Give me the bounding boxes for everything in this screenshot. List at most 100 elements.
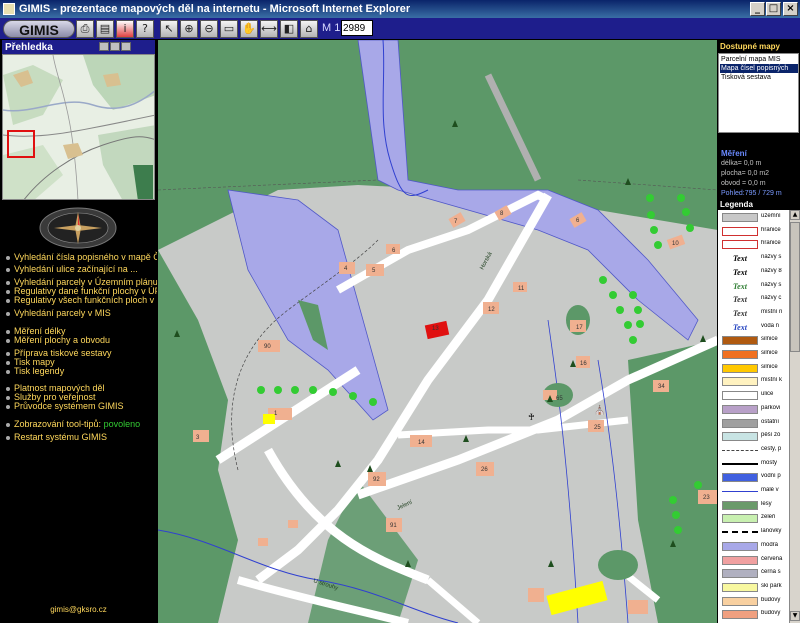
measure-length-icon[interactable]: ⟷ [260,20,278,38]
house-number: 10 [672,241,679,247]
legend-item: ostatní [718,416,788,430]
legend-label: názvy c [761,295,782,302]
minimize-button[interactable]: _ [750,2,765,16]
info-icon[interactable]: i [116,20,134,38]
legend-scrollbar[interactable]: ▲ ▼ [789,210,800,623]
house-number: 25 [594,425,601,431]
left-panel: Přehledka Vyhledání čísla popisného v ma… [0,40,169,623]
measure-perimeter: obvod = 0,0 m [721,180,766,187]
legend-item: hranice [718,224,788,238]
legend-item: budovy [718,607,788,621]
legend-swatch [722,531,758,534]
legend-label: vodní p [761,473,781,480]
legend-swatch [722,569,758,579]
overview-hide-icon[interactable] [121,42,131,51]
legend-swatch [722,350,758,359]
menu-print-legend[interactable]: Tisk legendy [6,366,64,376]
main-map[interactable]: 7 8 6 10 6 4 5 11 12 13 17 90 16 65 34 1… [157,40,717,623]
pointer-icon[interactable]: ↖ [160,20,178,38]
legend-label: ski park [761,582,782,589]
legend-label: ostatní [761,418,780,425]
menu-search-street[interactable]: Vyhledání ulice začínající na ... [6,264,138,274]
legend-label: modrá [761,541,779,548]
menu-tooltips-toggle[interactable]: Zobrazování tool-tipů: povoleno [6,419,140,429]
view-extent: Pohled:795 / 729 m [721,190,782,197]
legend-swatch [722,363,758,373]
legend-item: lesy [718,498,788,512]
legend-swatch [722,462,758,465]
overview-zoom-icon[interactable] [110,42,120,51]
legend-item: silnice [718,347,788,361]
zoom-in-icon[interactable]: ⊕ [180,20,198,38]
measure-area: plocha= 0,0 m2 [721,170,770,177]
legend-item: pěší zó [718,429,788,443]
legend-swatch [722,514,758,524]
chapel-icon: ♰ [528,412,535,422]
house-number: 92 [373,477,380,483]
menu-search-house-number[interactable]: Vyhledání čísla popisného v mapě ČP [6,252,166,262]
legend-item: silnice [718,361,788,375]
house-number: 12 [488,307,495,313]
legend-swatch [722,610,758,620]
full-extent-icon[interactable]: ⌂ [300,20,318,38]
print-icon[interactable]: ⎙ [76,20,94,38]
scroll-up-icon[interactable]: ▲ [790,210,800,220]
legend-item: vodní p [718,470,788,484]
contact-email[interactable]: gimis@gksro.cz [0,605,157,614]
house-number: 34 [658,384,665,390]
zoom-out-icon[interactable]: ⊖ [200,20,218,38]
scroll-down-icon[interactable]: ▼ [790,611,800,621]
legend-item: Text názvy c [718,292,788,306]
overview-title: Přehledka [5,42,53,53]
legend-label: černá s [761,569,781,576]
legend-swatch [722,418,758,428]
legend-item: černá s [718,566,788,580]
legend-label: cesty, p [761,445,782,452]
legend-swatch: Text [733,295,747,305]
legend-label: místní n [761,308,783,315]
window-title: GIMIS - prezentace mapových děl na inter… [19,3,411,15]
legend-label: zeleň [761,514,776,521]
overview-refresh-icon[interactable] [99,42,109,51]
legend-item: Text místní n [718,306,788,320]
legend-swatch [722,596,758,606]
legend-item: malé v [718,484,788,498]
menu-regulations-all[interactable]: Regulativy všech funkčních ploch v ÚP [6,295,169,305]
legend-item: Text názvy 8 [718,265,788,279]
legend-swatch [722,377,758,387]
legend-item: silnice [718,333,788,347]
help-icon[interactable]: ? [136,20,154,38]
measure-area-icon[interactable]: ◧ [280,20,298,38]
legend-swatch [722,432,758,442]
legend-swatch [722,226,758,236]
pan-hand-icon[interactable]: ✋ [240,20,258,38]
scroll-thumb[interactable] [790,222,800,352]
menu-search-parcel-mis[interactable]: Vyhledání parcely v MIS [6,308,111,318]
legend-item: zeleň [718,511,788,525]
measurement-title: Měření [721,149,747,158]
map-list-item[interactable]: Tisková sestava [720,73,798,82]
close-button[interactable]: × [783,2,798,16]
legend-item: Text voda n [718,320,788,334]
legend-swatch: Text [733,308,747,318]
legend-label: názvy 8 [761,267,782,274]
house-number: 90 [264,344,271,350]
overview-header: Přehledka [2,40,155,54]
legend-swatch: Text [733,322,747,332]
map-list-item-selected[interactable]: Mapa čísel popisných [720,64,798,73]
map-list-item[interactable]: Parcelní mapa MIS [720,55,798,64]
legend-swatch: Text [733,254,747,264]
legend-item: parkovi [718,402,788,416]
legend-swatch [722,491,758,492]
available-maps-list[interactable]: Parcelní mapa MIS Mapa čísel popisných T… [718,53,799,133]
overview-map[interactable] [2,54,155,200]
legend-item: ski park [718,580,788,594]
menu-restart[interactable]: Restart systému GIMIS [6,432,107,442]
maximize-button[interactable]: □ [766,2,781,16]
menu-system-guide[interactable]: Průvodce systémem GIMIS [6,401,124,411]
legend-panel: územní hranice hranice Text názvy s Text názvy… [718,210,800,623]
zoom-window-icon[interactable]: ▭ [220,20,238,38]
scale-input[interactable] [341,20,373,36]
copy-icon[interactable]: ▤ [96,20,114,38]
menu-measure-area[interactable]: Měření plochy a obvodu [6,335,110,345]
